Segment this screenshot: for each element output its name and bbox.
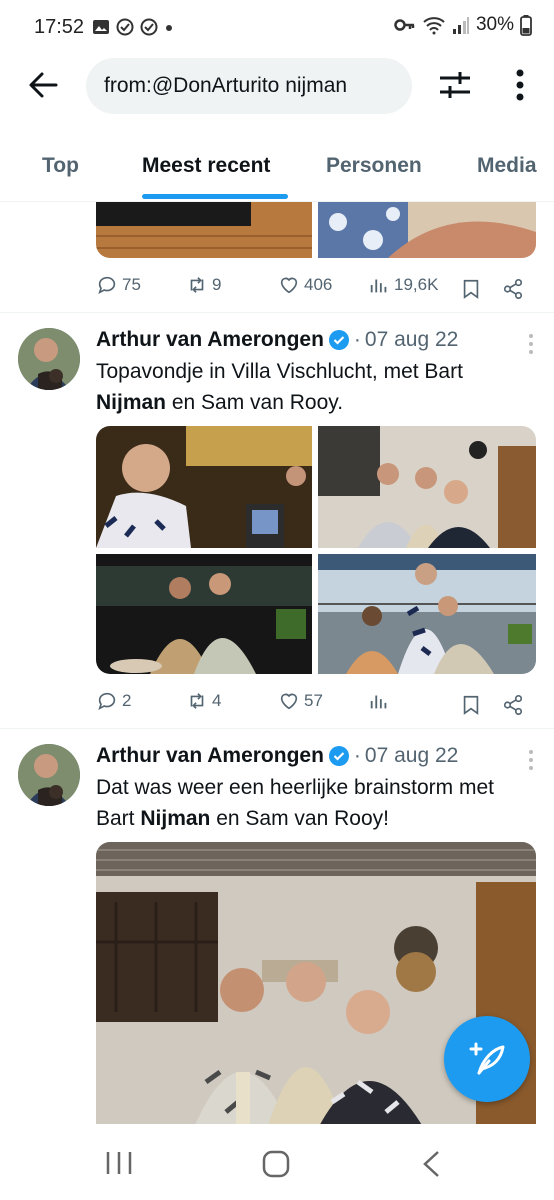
dot-icon — [166, 25, 172, 31]
highlighted-term: Nijman — [96, 391, 167, 414]
verified-badge-icon — [328, 746, 349, 766]
heart-icon — [280, 277, 298, 294]
check-circle-icon — [116, 18, 134, 36]
views-button[interactable] — [368, 690, 394, 712]
share-icon[interactable] — [502, 694, 524, 716]
tab-meest-recent[interactable]: Meest recent — [142, 154, 270, 178]
views-count: 19,6K — [394, 275, 439, 294]
tab-personen[interactable]: Personen — [326, 154, 422, 178]
search-input[interactable]: from:@DonArturito nijman — [86, 58, 412, 114]
tweet-date[interactable]: 07 aug 22 — [365, 328, 458, 352]
bookmark-icon[interactable] — [460, 278, 482, 300]
separator: · — [353, 328, 361, 351]
bar-chart-icon — [370, 279, 387, 293]
reply-icon — [98, 692, 116, 710]
bookmark-icon[interactable] — [460, 694, 482, 716]
tweet-actions: 75 9 406 19,6K — [96, 274, 528, 304]
verified-badge-icon — [328, 330, 349, 350]
reply-icon — [98, 276, 116, 294]
tweet-image[interactable] — [318, 202, 536, 258]
search-query: from:@DonArturito nijman — [104, 74, 348, 97]
more-vertical-icon[interactable] — [528, 332, 534, 356]
battery-icon — [520, 15, 532, 36]
tweet-image[interactable] — [96, 202, 312, 258]
compose-button[interactable] — [444, 1016, 530, 1102]
bar-chart-icon — [370, 695, 387, 709]
tweet-date[interactable]: 07 aug 22 — [365, 744, 458, 768]
reply-button[interactable]: 2 — [96, 690, 131, 712]
retweet-button[interactable]: 4 — [186, 690, 221, 712]
retweet-icon — [190, 277, 204, 293]
compose-feather-icon — [469, 1042, 505, 1075]
tweet-actions: 2 4 57 — [96, 690, 528, 720]
retweet-button[interactable]: 9 — [186, 274, 221, 296]
retweet-count: 4 — [212, 691, 222, 710]
reply-count: 2 — [122, 691, 132, 710]
like-button[interactable]: 406 — [278, 274, 332, 296]
status-time: 17:52 — [34, 16, 85, 38]
retweet-count: 9 — [212, 275, 222, 294]
active-tab-indicator — [142, 194, 288, 199]
sliders-icon[interactable] — [438, 70, 472, 100]
tab-media[interactable]: Media — [477, 154, 537, 178]
author-name[interactable]: Arthur van Amerongen — [96, 328, 324, 352]
tweet-text: Dat was weer een heerlijke brainstorm me… — [96, 776, 494, 830]
reply-count: 75 — [122, 275, 141, 294]
search-results-feed[interactable]: 75 9 406 19,6K Arthur van Amerongen · 07… — [0, 202, 554, 1124]
separator: · — [353, 744, 361, 767]
avatar[interactable] — [18, 744, 80, 806]
recent-apps-icon[interactable] — [104, 1150, 134, 1176]
heart-icon — [280, 693, 298, 710]
tweet-image[interactable] — [318, 554, 536, 674]
key-icon — [394, 19, 415, 31]
tweet[interactable]: Arthur van Amerongen · 07 aug 22 Topavon… — [0, 312, 554, 730]
tweet-text: Topavondje in Villa Vischlucht, met Bart… — [96, 360, 463, 414]
share-icon[interactable] — [502, 278, 524, 300]
more-vertical-icon[interactable] — [506, 68, 534, 102]
wifi-icon — [423, 17, 445, 35]
back-nav-icon[interactable] — [420, 1150, 442, 1178]
author-name[interactable]: Arthur van Amerongen — [96, 744, 324, 768]
search-tabs: Top Meest recent Personen Media — [0, 138, 554, 202]
search-header: from:@DonArturito nijman — [0, 52, 554, 118]
arrow-left-icon[interactable] — [26, 68, 60, 102]
avatar[interactable] — [18, 328, 80, 390]
tweet-image[interactable] — [318, 426, 536, 548]
gallery-icon — [93, 20, 109, 34]
tweet-image[interactable] — [96, 426, 312, 548]
more-vertical-icon[interactable] — [528, 748, 534, 772]
reply-button[interactable]: 75 — [96, 274, 141, 296]
like-button[interactable]: 57 — [278, 690, 323, 712]
check-circle-icon — [140, 18, 158, 36]
like-count: 57 — [304, 691, 323, 710]
tab-top[interactable]: Top — [42, 154, 79, 178]
like-count: 406 — [304, 275, 333, 294]
home-icon[interactable] — [262, 1150, 290, 1178]
highlighted-term: Nijman — [140, 807, 211, 830]
status-bar: 17:52 30% — [0, 0, 554, 52]
system-navigation-bar — [0, 1124, 554, 1200]
retweet-icon — [190, 693, 204, 709]
views-button[interactable]: 19,6K — [368, 274, 438, 296]
signal-icon — [452, 17, 469, 34]
battery-percentage: 30% — [475, 14, 514, 35]
tweet-image[interactable] — [96, 554, 312, 674]
